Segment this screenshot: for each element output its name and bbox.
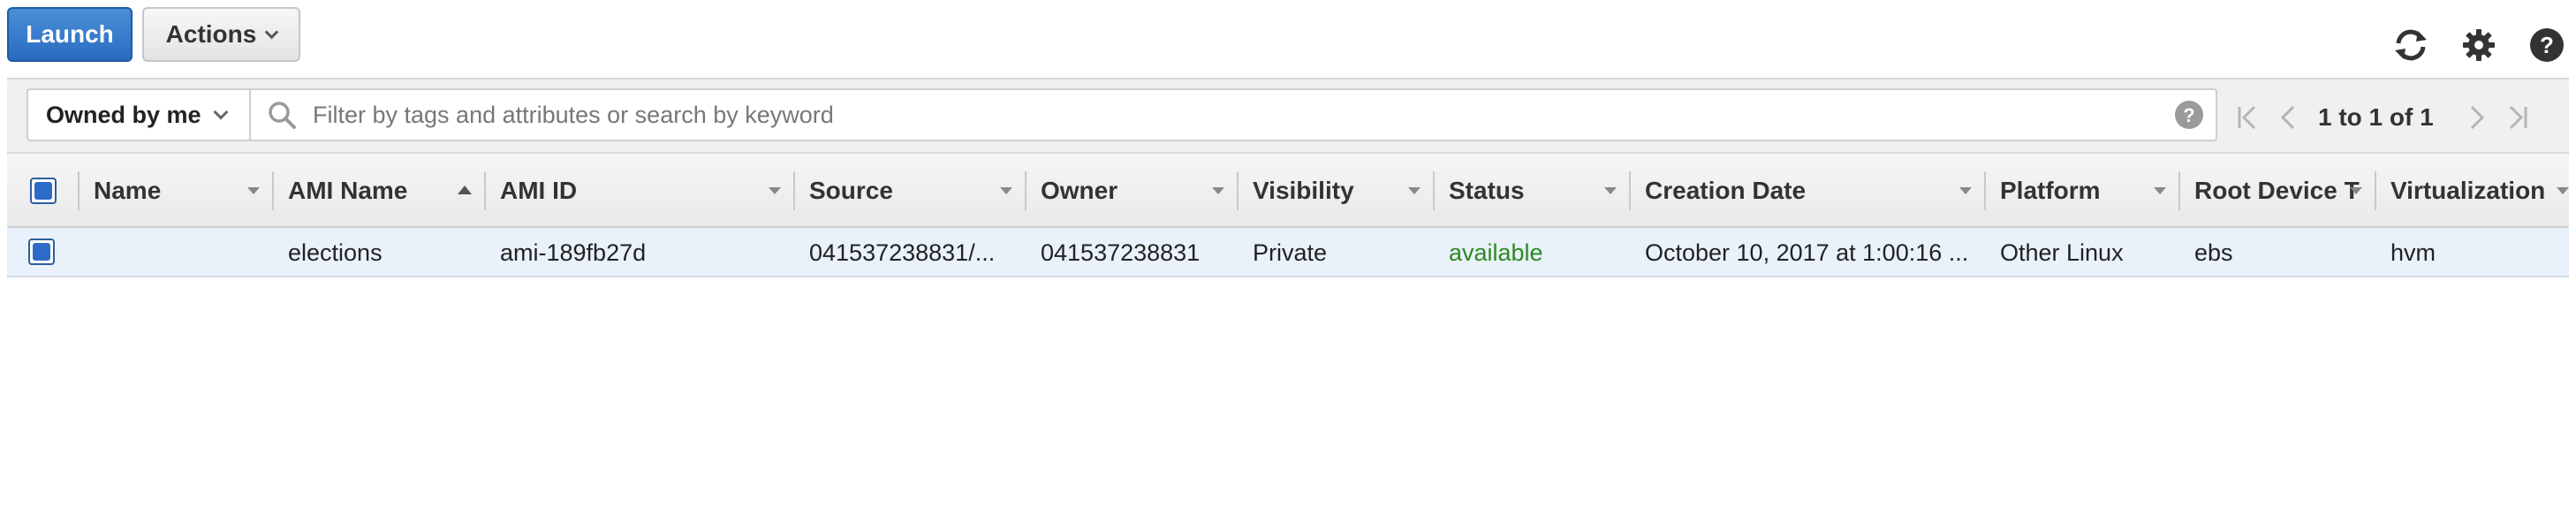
svg-text:?: ?: [2183, 104, 2194, 126]
launch-button[interactable]: Launch: [7, 7, 133, 62]
column-header-ami-name[interactable]: AMI Name: [272, 154, 484, 228]
cell-platform: Other Linux: [2000, 239, 2124, 266]
column-header-platform[interactable]: Platform: [1984, 154, 2178, 228]
select-all-checkbox[interactable]: [30, 178, 57, 204]
cell-ami-id: ami-189fb27d: [500, 239, 647, 266]
cell-status: available: [1449, 239, 1543, 266]
previous-page-icon[interactable]: [2274, 102, 2302, 133]
sort-arrow-icon: [1604, 187, 1617, 194]
sort-arrow-icon: [769, 187, 781, 194]
sort-ascending-icon: [458, 186, 472, 194]
sort-arrow-icon: [1408, 187, 1421, 194]
gear-icon[interactable]: [2459, 25, 2499, 65]
cell-source: 041537238831/...: [809, 239, 996, 266]
actions-label: Actions: [165, 20, 257, 48]
sort-arrow-icon: [2154, 187, 2166, 194]
sort-arrow-icon: [2557, 187, 2569, 194]
owner-filter-label: Owned by me: [46, 101, 201, 128]
column-header-virtualization[interactable]: Virtualization: [2375, 154, 2569, 228]
search-icon: [251, 100, 313, 130]
sort-arrow-icon: [1000, 187, 1012, 194]
column-header-name[interactable]: Name: [78, 154, 272, 228]
chevron-down-icon: [265, 25, 279, 39]
column-header-root-device[interactable]: Root Device T: [2178, 154, 2375, 228]
sort-arrow-icon: [1212, 187, 1224, 194]
help-icon[interactable]: ?: [2527, 25, 2567, 65]
table-header: Name AMI Name AMI ID Source Owner Visibi…: [7, 154, 2569, 228]
sort-arrow-icon: [1959, 187, 1972, 194]
column-header-status[interactable]: Status: [1433, 154, 1629, 228]
row-checkbox[interactable]: [28, 239, 55, 265]
cell-creation-date: October 10, 2017 at 1:00:16 ...: [1645, 239, 1969, 266]
cell-virtualization: hvm: [2390, 239, 2436, 266]
column-header-ami-id[interactable]: AMI ID: [484, 154, 793, 228]
owner-filter-dropdown[interactable]: Owned by me: [27, 88, 249, 141]
cell-name: [78, 228, 272, 277]
column-header-owner[interactable]: Owner: [1025, 154, 1237, 228]
sort-arrow-icon: [2350, 187, 2362, 194]
last-page-icon[interactable]: [2504, 102, 2532, 133]
cell-owner: 041537238831: [1041, 239, 1201, 266]
search-box: ?: [249, 88, 2217, 141]
table-row[interactable]: elections ami-189fb27d 041537238831/... …: [7, 228, 2569, 277]
column-header-visibility[interactable]: Visibility: [1237, 154, 1433, 228]
column-header-source[interactable]: Source: [793, 154, 1025, 228]
filter-bar: Owned by me ? 1 to 1 of 1: [7, 78, 2569, 154]
cell-visibility: Private: [1253, 239, 1328, 266]
svg-text:?: ?: [2540, 32, 2554, 58]
column-header-creation-date[interactable]: Creation Date: [1629, 154, 1984, 228]
search-input[interactable]: [313, 90, 2163, 140]
chevron-down-icon: [213, 104, 229, 120]
search-help-icon[interactable]: ?: [2163, 100, 2216, 130]
first-page-icon[interactable]: [2233, 102, 2262, 133]
cell-ami-name: elections: [288, 239, 383, 266]
refresh-icon[interactable]: [2390, 25, 2431, 65]
sort-arrow-icon: [247, 187, 260, 194]
next-page-icon[interactable]: [2463, 102, 2491, 133]
cell-root-device: ebs: [2194, 239, 2233, 266]
actions-dropdown-button[interactable]: Actions: [142, 7, 300, 62]
pagination-text: 1 to 1 of 1: [2318, 103, 2434, 131]
